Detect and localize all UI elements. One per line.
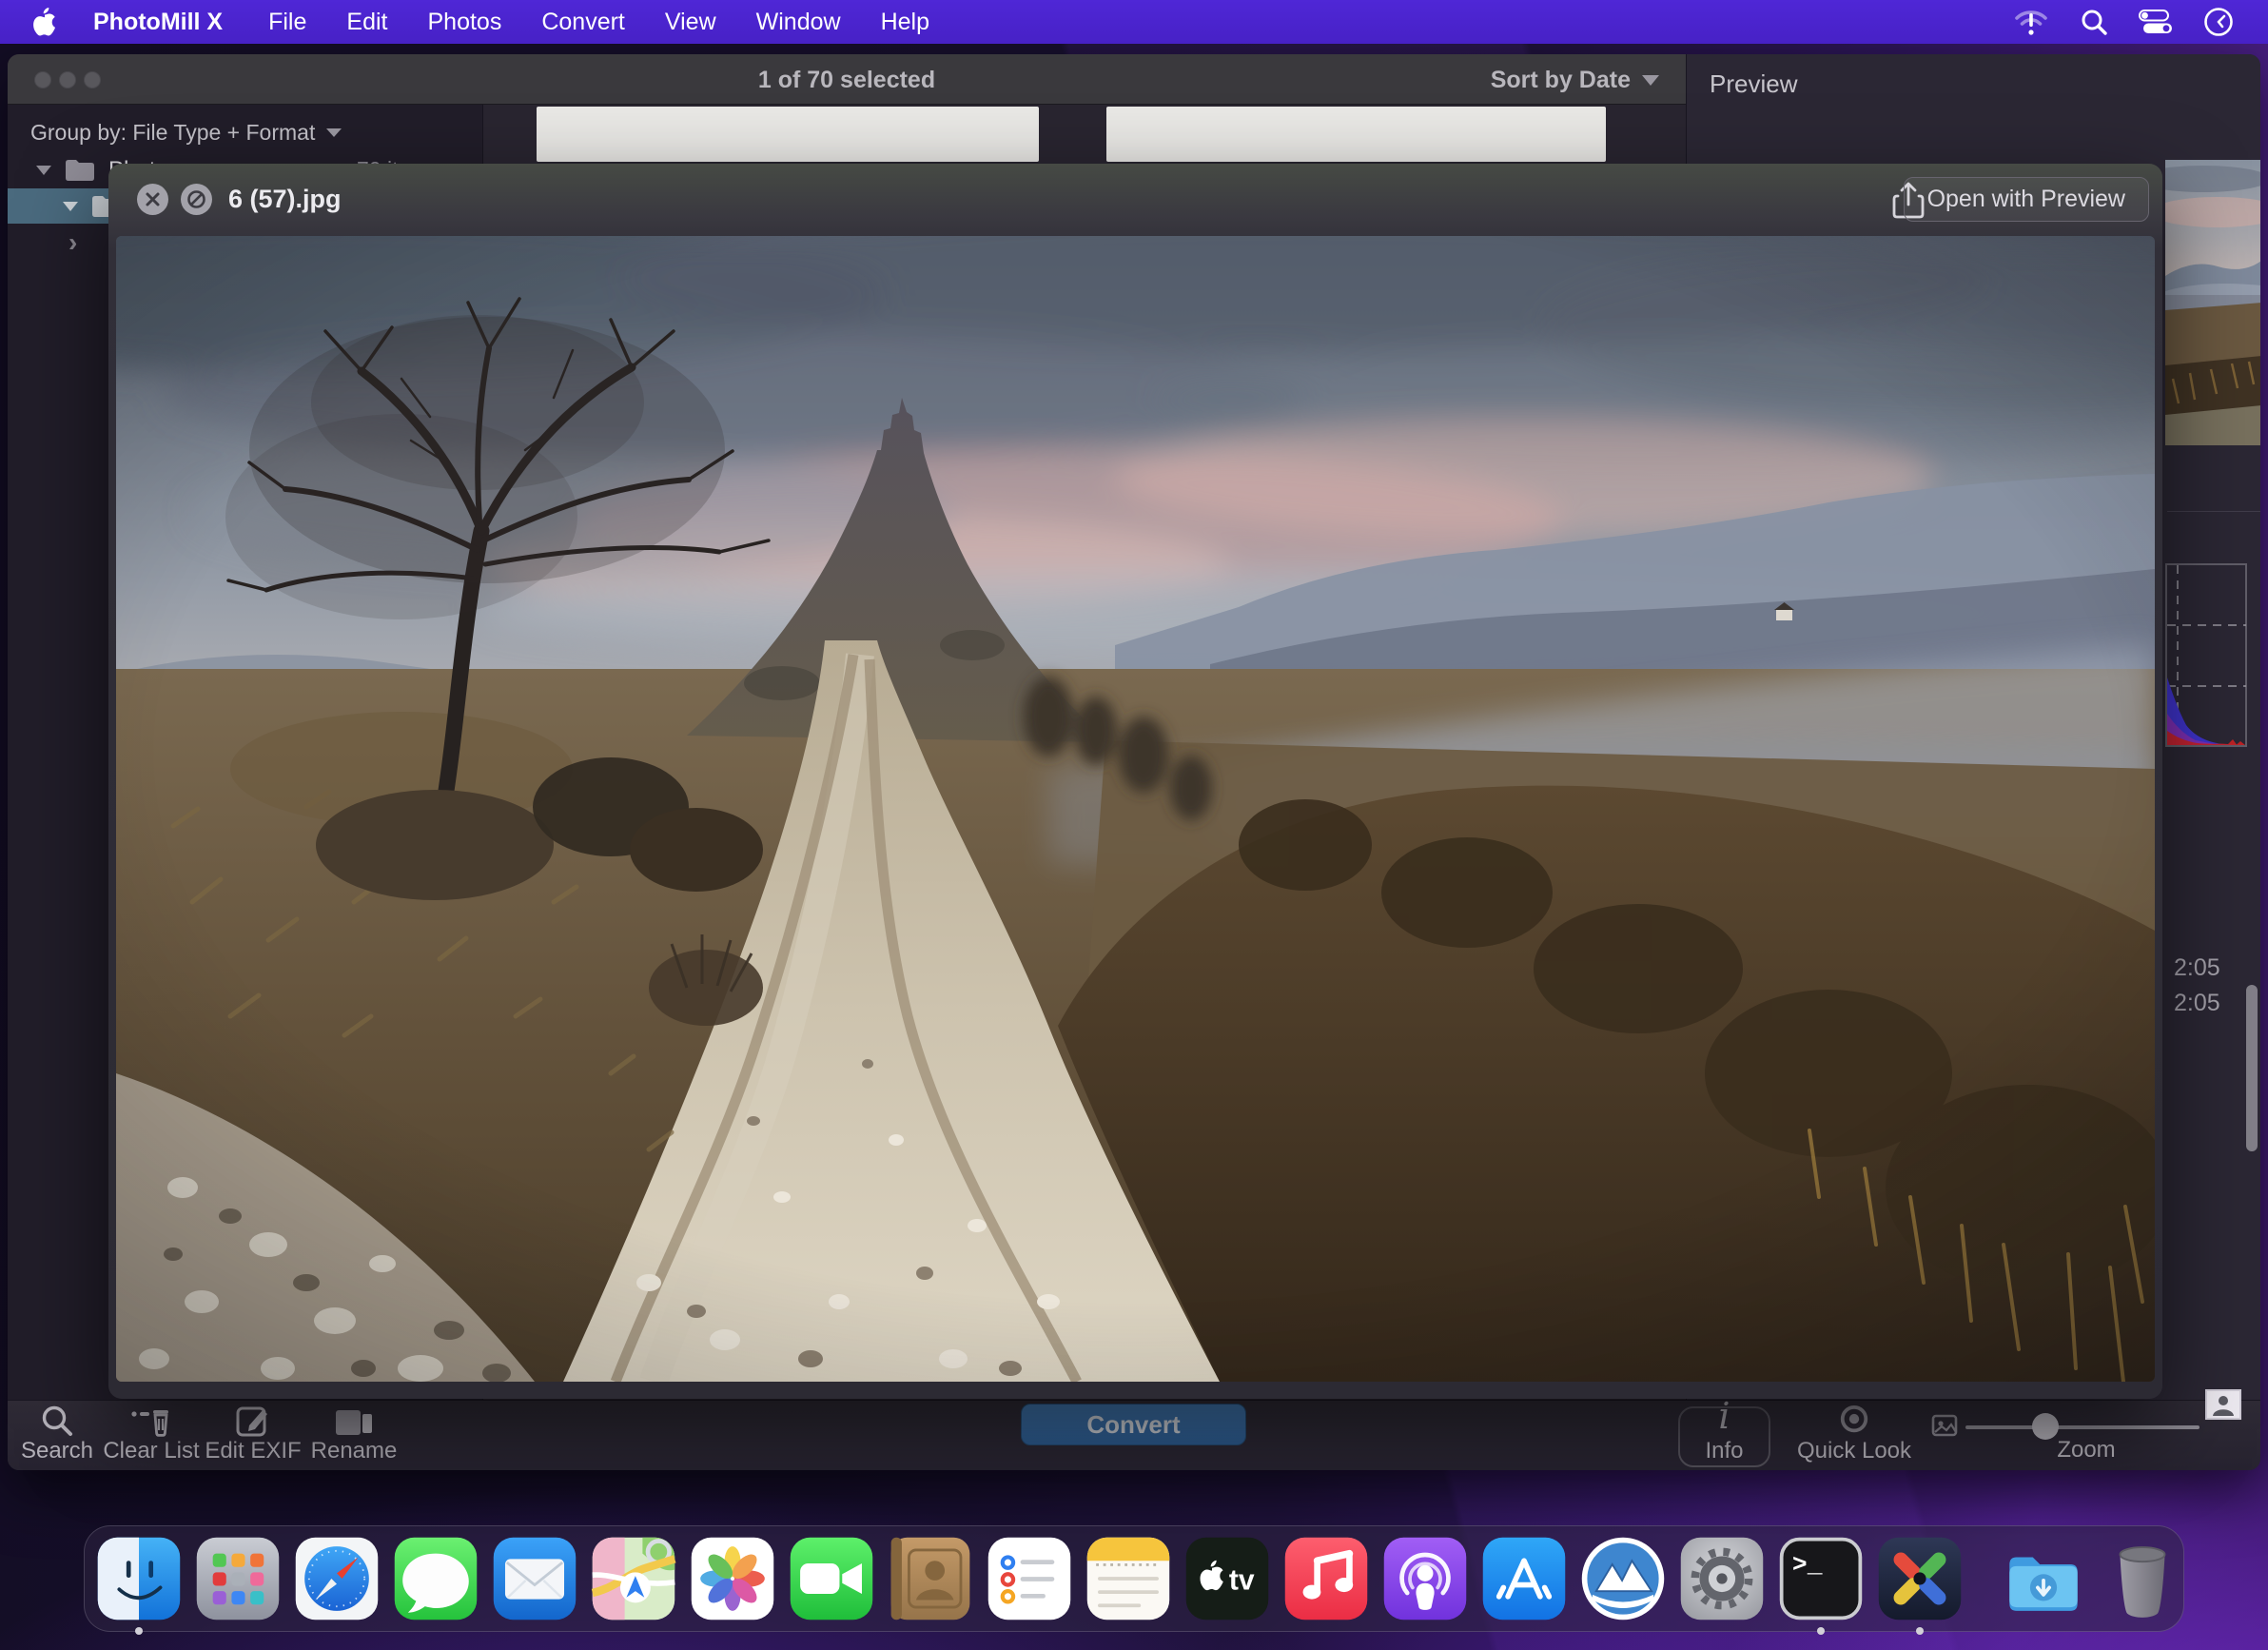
search-label: Search: [21, 1438, 93, 1464]
dock-icon-apple-tv[interactable]: tv: [1183, 1534, 1272, 1623]
dock-icon-podcasts[interactable]: [1380, 1534, 1470, 1623]
info-label: Info: [1705, 1438, 1743, 1464]
chevron-right-icon[interactable]: ›: [68, 227, 77, 258]
menu-convert[interactable]: Convert: [541, 9, 625, 36]
dock-icon-notes[interactable]: [1084, 1534, 1173, 1623]
rename-label: Rename: [311, 1438, 398, 1464]
apple-menu-icon[interactable]: [32, 8, 57, 36]
dock-icon-safari[interactable]: [292, 1534, 381, 1623]
disclosure-chevron-icon[interactable]: [63, 202, 78, 211]
dock-icon-launchpad[interactable]: [193, 1534, 283, 1623]
menu-window[interactable]: Window: [756, 9, 841, 36]
preview-panel-title: Preview: [1710, 69, 1797, 99]
dock-icon-maps[interactable]: [589, 1534, 678, 1623]
histogram: [2165, 563, 2251, 747]
clear-list-button[interactable]: Clear List: [99, 1401, 204, 1470]
zoom-label: Zoom: [2034, 1437, 2139, 1463]
dock-icon-messages[interactable]: [391, 1534, 480, 1623]
dock-icon-trash[interactable]: [2098, 1534, 2187, 1623]
quicklook-close-button[interactable]: [137, 184, 168, 215]
menu-edit[interactable]: Edit: [346, 9, 387, 36]
group-by-label: Group by: File Type + Format: [30, 120, 315, 146]
preview-thumbnail: [2165, 160, 2260, 445]
open-with-preview-button[interactable]: Open with Preview: [1904, 177, 2149, 222]
clear-list-icon: [130, 1403, 172, 1437]
group-by-dropdown[interactable]: Group by: File Type + Format: [30, 120, 342, 146]
apple-tv-text: tv: [1229, 1564, 1255, 1596]
quicklook-window: 6 (57).jpg Open with Preview: [108, 164, 2162, 1399]
dock-icon-finder[interactable]: [94, 1534, 184, 1623]
zoom-slider-thumb[interactable]: [2032, 1413, 2059, 1440]
panel-scrollbar[interactable]: [2246, 985, 2258, 1151]
dock-icon-app-store[interactable]: [1479, 1534, 1569, 1623]
chevron-down-icon: [326, 128, 342, 137]
dock-icon-mail[interactable]: [490, 1534, 579, 1623]
spotlight-search-icon[interactable]: [2080, 8, 2108, 36]
sort-by-dropdown[interactable]: Sort by Date: [1491, 67, 1659, 94]
quicklook-fullscreen-disabled-button[interactable]: [181, 184, 212, 215]
search-button[interactable]: Search: [11, 1401, 103, 1470]
quicklook-photo: [116, 236, 2155, 1382]
menubar-app-name[interactable]: PhotoMill X: [93, 9, 223, 36]
convert-button[interactable]: Convert: [1021, 1404, 1246, 1445]
quick-look-label: Quick Look: [1797, 1438, 1911, 1464]
selection-status: 1 of 70 selected: [8, 67, 1686, 94]
dock-icon-music[interactable]: [1281, 1534, 1371, 1623]
quicklook-titlebar: 6 (57).jpg Open with Preview: [108, 164, 2162, 236]
convert-label: Convert: [1086, 1410, 1180, 1440]
chevron-down-icon: [1642, 75, 1659, 86]
zoom-slider-track[interactable]: [1965, 1425, 2200, 1429]
dock-icon-photomill-x[interactable]: [1875, 1534, 1965, 1623]
quick-look-icon: [1837, 1403, 1871, 1437]
info-icon: i: [1718, 1406, 1730, 1437]
duration-label: 2:05: [2174, 990, 2220, 1017]
menu-view[interactable]: View: [665, 9, 716, 36]
rename-icon: [334, 1403, 374, 1437]
dock-icon-downloads[interactable]: [1999, 1534, 2088, 1623]
search-icon: [41, 1403, 73, 1437]
dock-icon-contacts[interactable]: [886, 1534, 975, 1623]
folder-icon: [65, 159, 95, 182]
disclosure-chevron-icon[interactable]: [36, 166, 51, 175]
dock: tv: [84, 1525, 2184, 1632]
zoom-out-thumbnail-icon: [1931, 1414, 1958, 1442]
edit-exif-icon: [236, 1403, 270, 1437]
menu-file[interactable]: File: [268, 9, 306, 36]
menu-help[interactable]: Help: [881, 9, 929, 36]
contact-card-icon[interactable]: [2205, 1389, 2241, 1420]
terminal-prompt-text: >_: [1792, 1550, 1823, 1579]
duration-label: 2:05: [2174, 954, 2220, 982]
dock-icon-terminal[interactable]: >_: [1776, 1534, 1866, 1623]
info-button[interactable]: i Info: [1678, 1406, 1770, 1467]
photo-thumbnail[interactable]: [537, 107, 1039, 162]
clear-list-label: Clear List: [103, 1438, 199, 1464]
photo-thumbnail[interactable]: [1106, 107, 1606, 162]
clock-icon[interactable]: [2203, 7, 2234, 37]
sort-by-label: Sort by Date: [1491, 67, 1631, 94]
menu-bar: PhotoMill X File Edit Photos Convert Vie…: [0, 0, 2268, 44]
quick-look-button[interactable]: Quick Look: [1792, 1401, 1916, 1470]
dock-icon-reminders[interactable]: [985, 1534, 1074, 1623]
rename-button[interactable]: Rename: [304, 1401, 403, 1470]
open-with-preview-label: Open with Preview: [1927, 186, 2125, 213]
dock-icon-mountain-app[interactable]: [1578, 1534, 1668, 1623]
panel-divider: [2167, 511, 2260, 512]
quicklook-filename: 6 (57).jpg: [228, 185, 342, 214]
control-center-icon[interactable]: [2139, 10, 2173, 34]
dock-icon-photos[interactable]: [688, 1534, 777, 1623]
edit-exif-button[interactable]: Edit EXIF: [198, 1401, 308, 1470]
menu-photos[interactable]: Photos: [428, 9, 502, 36]
dock-icon-facetime[interactable]: [787, 1534, 876, 1623]
edit-exif-label: Edit EXIF: [205, 1438, 301, 1464]
bottom-toolbar: Search Clear List Edit EXIF: [8, 1400, 2260, 1470]
window-titlebar: 1 of 70 selected Sort by Date: [8, 54, 1686, 105]
dock-icon-system-settings[interactable]: [1677, 1534, 1767, 1623]
wifi-alert-icon[interactable]: [2013, 6, 2049, 38]
